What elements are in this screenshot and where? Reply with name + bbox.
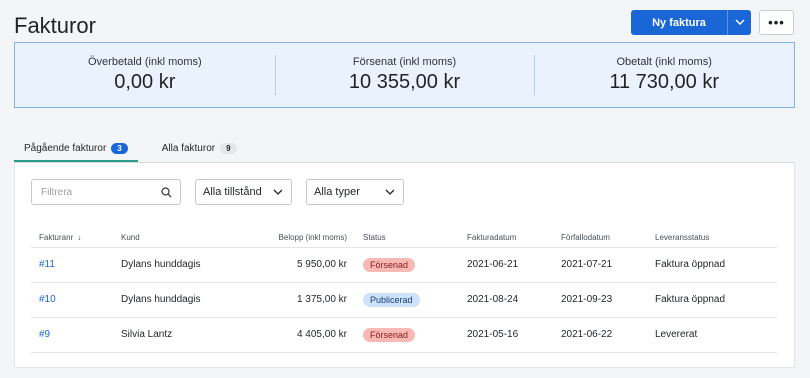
tab-ongoing-invoices[interactable]: Pågående fakturor 3 [14,138,138,162]
column-header-status[interactable]: Status [363,229,467,248]
column-header-due-date[interactable]: Förfallodatum [561,229,655,248]
invoice-date-cell: 2021-05-16 [467,317,561,353]
invoice-list-panel: Alla tillstånd Alla typer Fakturanr↓ Kun… [14,162,795,368]
customer-cell: Silvia Lantz [121,317,246,353]
due-date-cell: 2021-09-23 [561,282,655,318]
summary-panel: Överbetald (inkl moms) 0,00 kr Försenat … [14,42,795,108]
search-icon[interactable] [161,187,172,198]
column-header-number[interactable]: Fakturanr ↓ [31,229,121,248]
delivery-status-cell: Levererat [655,317,777,353]
tab-label: Alla fakturor [161,143,216,154]
page-title: Fakturor [14,13,96,38]
tab-label: Pågående fakturor [24,143,107,154]
table-row[interactable]: #10 Dylans hunddagis 1 375,00 kr Publice… [31,282,777,318]
summary-label: Överbetald (inkl moms) [87,56,202,68]
summary-label: Försenat (inkl moms) [352,56,457,68]
summary-label: Obetalt (inkl moms) [616,56,712,68]
column-header-customer[interactable]: Kund [121,229,246,248]
amount-cell: 5 950,00 kr [246,247,363,283]
invoice-date-cell: 2021-08-24 [467,282,561,318]
summary-value: 0,00 kr [114,71,176,93]
count-badge: 9 [220,143,237,154]
filter-search [31,179,181,205]
count-badge: 3 [111,143,128,154]
status-badge: Försenad [363,327,416,342]
due-date-cell: 2021-07-21 [561,247,655,283]
more-dots-icon: ••• [768,15,785,30]
invoice-table: Fakturanr ↓ Kund Belopp (inkl moms) Statu… [31,229,777,353]
filter-input[interactable] [41,186,153,198]
due-date-cell: 2021-06-22 [561,317,655,353]
type-filter-select[interactable]: Alla typer [306,179,404,205]
invoice-number-link[interactable]: #11 [39,259,55,270]
chevron-down-icon [273,189,283,195]
chevron-down-icon [734,19,745,26]
table-row[interactable]: #11 Dylans hunddagis 5 950,00 kr Försena… [31,247,777,283]
new-invoice-dropdown-button[interactable] [727,10,751,35]
invoice-date-cell: 2021-06-21 [467,247,561,283]
table-row[interactable]: #9 Silvia Lantz 4 405,00 kr Försenad 202… [31,317,777,353]
invoice-tabs: Pågående fakturor 3 Alla fakturor 9 [14,138,247,162]
column-header-invoice-date[interactable]: Fakturadatum [467,229,561,248]
summary-value: 11 730,00 kr [609,71,720,93]
invoice-number-link[interactable]: #10 [39,294,56,305]
new-invoice-button[interactable]: Ny faktura [631,10,727,35]
table-header-row: Fakturanr ↓ Kund Belopp (inkl moms) Statu… [31,229,777,248]
select-value: Alla tillstånd [203,186,262,198]
summary-value: 10 355,00 kr [348,71,461,93]
column-header-amount[interactable]: Belopp (inkl moms) [246,229,363,248]
column-header-delivery[interactable]: Leveransstatus [655,229,777,248]
summary-overpaid: Överbetald (inkl moms) 0,00 kr [15,43,275,107]
invoice-number-link[interactable]: #9 [39,329,50,340]
delivery-status-cell: Faktura öppnad [655,282,777,318]
select-value: Alla typer [314,186,360,198]
summary-overdue: Försenat (inkl moms) 10 355,00 kr [274,43,535,107]
status-badge: Försenad [363,257,416,272]
amount-cell: 1 375,00 kr [246,282,363,318]
summary-unpaid: Obetalt (inkl moms) 11 730,00 kr [534,43,794,107]
customer-cell: Dylans hunddagis [121,247,246,283]
more-options-button[interactable]: ••• [759,10,794,35]
state-filter-select[interactable]: Alla tillstånd [195,179,292,205]
tab-all-invoices[interactable]: Alla fakturor 9 [152,138,247,162]
customer-cell: Dylans hunddagis [121,282,246,318]
delivery-status-cell: Faktura öppnad [655,247,777,283]
amount-cell: 4 405,00 kr [246,317,363,353]
sort-arrow-icon: ↓ [77,233,82,243]
chevron-down-icon [385,189,395,195]
status-badge: Publicerad [363,292,420,307]
